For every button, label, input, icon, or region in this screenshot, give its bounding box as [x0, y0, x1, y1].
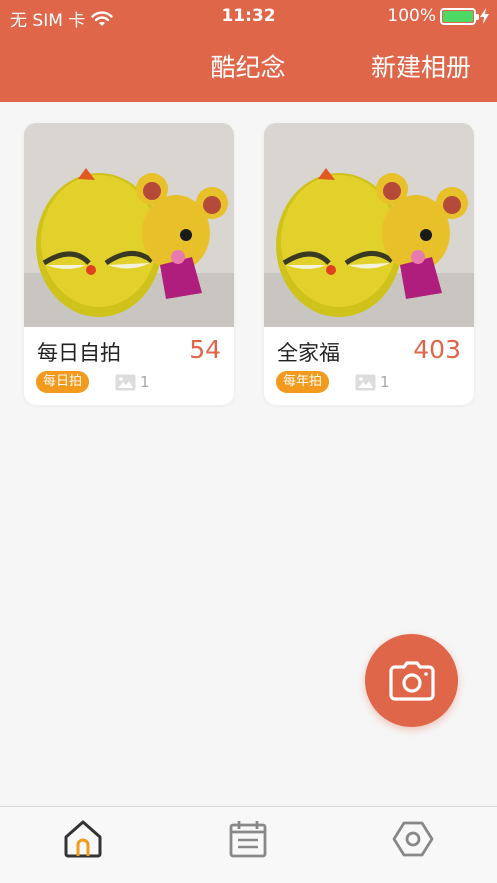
calendar-icon [229, 821, 267, 858]
battery-icon [440, 7, 479, 25]
battery-tip [476, 13, 479, 20]
photo-count: 1 [140, 373, 150, 391]
tab-bar [0, 806, 497, 883]
tab-home[interactable] [61, 817, 105, 861]
status-bar: 无 SIM 卡 11:32 100% [0, 0, 497, 34]
home-icon [64, 820, 102, 858]
album-card[interactable]: 每日自拍 54 每日拍 1 [24, 123, 234, 405]
image-icon [115, 374, 136, 390]
status-right: 100% [387, 6, 489, 26]
photo-meta: 1 [355, 373, 390, 391]
settings-hexagon-icon [392, 821, 434, 857]
frequency-tag: 每年拍 [276, 371, 330, 393]
camera-button[interactable] [365, 634, 458, 727]
album-count: 54 [189, 335, 221, 364]
album-title: 每日自拍 [37, 341, 121, 365]
album-cover-image [264, 123, 474, 327]
battery-fill [443, 10, 473, 22]
tab-calendar[interactable] [226, 817, 270, 861]
new-album-button[interactable]: 新建相册 [371, 48, 471, 84]
tab-settings[interactable] [391, 817, 435, 861]
photo-count: 1 [380, 373, 390, 391]
album-cover-image [24, 123, 234, 327]
album-title: 全家福 [277, 341, 340, 365]
image-icon [355, 374, 376, 390]
page-title: 酷纪念 [210, 53, 286, 82]
photo-meta: 1 [115, 373, 150, 391]
app-header: 无 SIM 卡 11:32 100% 酷纪念 新建相册 [0, 0, 497, 102]
battery-percent: 100% [387, 6, 436, 26]
album-count: 403 [413, 335, 461, 364]
album-card[interactable]: 全家福 403 每年拍 1 [264, 123, 474, 405]
charging-icon [480, 8, 489, 24]
frequency-tag: 每日拍 [36, 371, 90, 393]
camera-icon [388, 660, 435, 701]
